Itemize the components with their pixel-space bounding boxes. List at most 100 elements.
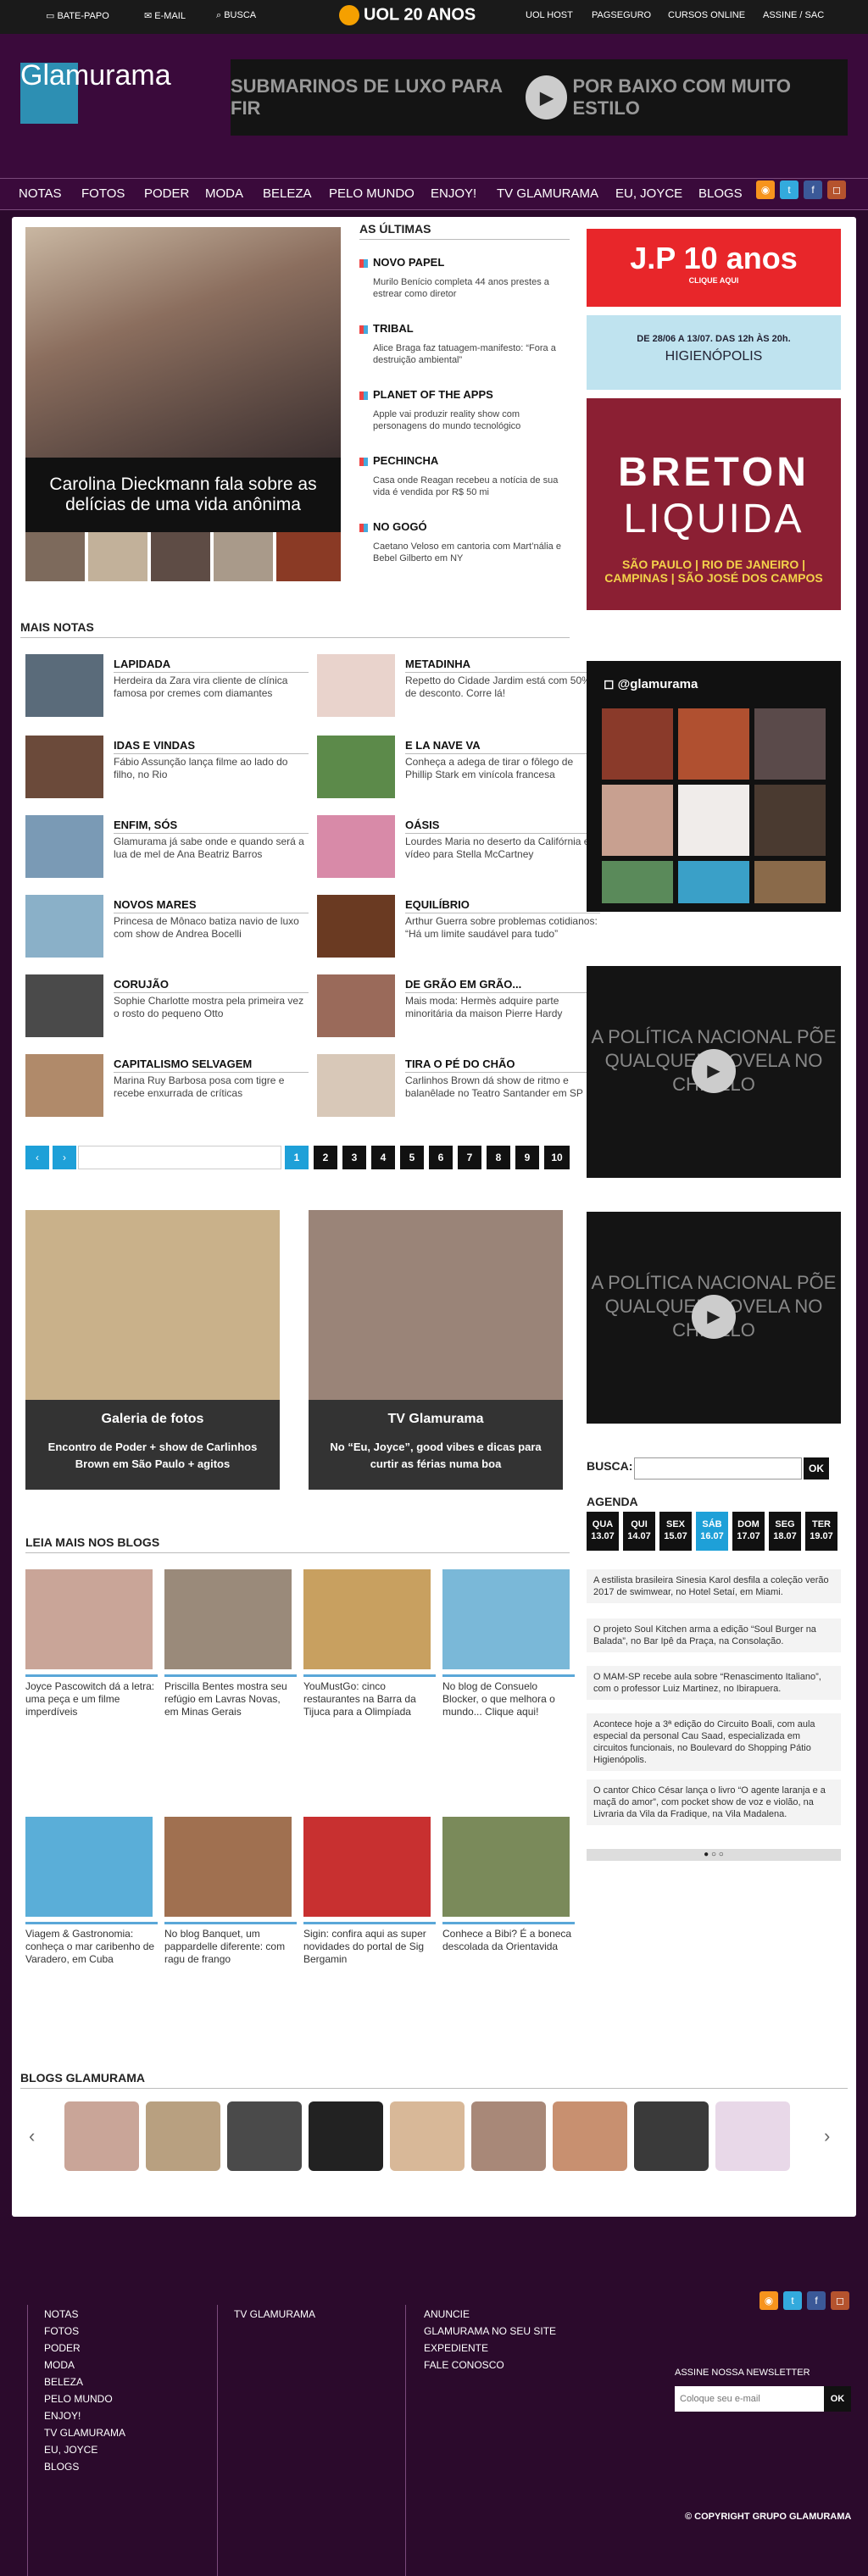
page-button[interactable]: 5 [400, 1146, 424, 1169]
blogger-avatar[interactable] [390, 2101, 465, 2171]
agenda-item[interactable]: Acontece hoje a 3ª edição do Circuito Bo… [587, 1713, 841, 1771]
footer-link[interactable]: GLAMURAMA NO SEU SITE [424, 2325, 556, 2337]
page-button[interactable]: 6 [429, 1146, 453, 1169]
blog-caption[interactable]: YouMustGo: cinco restaurantes na Barra d… [303, 1674, 436, 1718]
blog-thumb[interactable] [303, 1569, 431, 1669]
twitter-icon[interactable]: t [783, 2291, 802, 2310]
nav-tv-glamurama[interactable]: TV GLAMURAMA [497, 186, 598, 201]
note-title[interactable]: METADINHA [405, 658, 600, 673]
agenda-day[interactable]: QUI 14.07 [623, 1512, 655, 1551]
note-title[interactable]: OÁSIS [405, 819, 600, 834]
footer-link[interactable]: ANUNCIE [424, 2308, 556, 2320]
blog-thumb[interactable] [25, 1569, 153, 1669]
featured-thumb[interactable] [276, 532, 341, 581]
latest-item-title[interactable]: PLANET OF THE APPS [359, 388, 493, 401]
note-title[interactable]: EQUILÍBRIO [405, 898, 600, 913]
footer-link[interactable]: PODER [44, 2342, 125, 2354]
nav-enjoy[interactable]: ENJOY! [431, 186, 476, 201]
instagram-photo[interactable] [678, 861, 749, 903]
email-link[interactable]: ✉ E-MAIL [144, 10, 186, 21]
page-button[interactable]: 10 [544, 1146, 570, 1169]
nav-eu-joyce[interactable]: EU, JOYCE [615, 186, 682, 201]
banner-ad[interactable]: SUBMARINOS DE LUXO PARA FIR ▶ POR BAIXO … [231, 59, 848, 136]
nav-poder[interactable]: PODER [144, 186, 189, 201]
higienopolis-ad[interactable]: DE 28/06 A 13/07. DAS 12h ÀS 20h. HIGIENÓ… [587, 315, 841, 390]
rss-icon[interactable]: ◉ [760, 2291, 778, 2310]
chat-link[interactable]: ▭ BATE-PAPO [46, 10, 109, 21]
instagram-widget[interactable]: ◻ @glamurama [587, 661, 841, 912]
breton-ad[interactable]: BRETON LIQUIDA SÃO PAULO | RIO DE JANEIRO … [587, 398, 841, 610]
note-title[interactable]: DE GRÃO EM GRÃO... [405, 978, 600, 993]
footer-link[interactable]: TV GLAMURAMA [44, 2427, 125, 2439]
cursos-link[interactable]: CURSOS ONLINE [668, 10, 745, 20]
uolhost-link[interactable]: UOL HOST [526, 10, 573, 20]
page-button[interactable]: 7 [458, 1146, 481, 1169]
page-button[interactable]: 3 [342, 1146, 366, 1169]
blog-caption[interactable]: Joyce Pascowitch dá a letra: uma peça e … [25, 1674, 158, 1718]
note-thumb[interactable] [25, 736, 103, 798]
latest-item-desc[interactable]: Casa onde Reagan recebeu a notícia de su… [373, 475, 570, 498]
search-input[interactable] [634, 1457, 802, 1480]
blog-thumb[interactable] [164, 1569, 292, 1669]
instagram-photo[interactable] [754, 861, 826, 903]
blogger-avatar[interactable] [309, 2101, 383, 2171]
latest-item-desc[interactable]: Murilo Benício completa 44 anos prestes … [373, 276, 570, 300]
featured-image[interactable] [25, 227, 341, 458]
instagram-photo[interactable] [602, 785, 673, 856]
blogger-avatar[interactable] [715, 2101, 790, 2171]
note-title[interactable]: ENFIM, SÓS [114, 819, 309, 834]
gallery-caption[interactable]: Galeria de fotos Encontro de Poder + show… [25, 1400, 280, 1490]
agenda-day[interactable]: SEG 18.07 [769, 1512, 801, 1551]
agenda-day-selected[interactable]: SÁB 16.07 [696, 1512, 728, 1551]
blogger-avatar[interactable] [227, 2101, 302, 2171]
footer-link[interactable]: FALE CONOSCO [424, 2359, 556, 2371]
page-button[interactable]: 1 [285, 1146, 309, 1169]
newsletter-input[interactable] [675, 2386, 824, 2412]
video-ad[interactable]: A POLÍTICA NACIONAL PÕE QUALQUER NOVELA … [587, 966, 841, 1178]
latest-item-desc[interactable]: Alice Braga faz tatuagem-manifesto: “For… [373, 342, 570, 366]
note-thumb[interactable] [317, 654, 395, 717]
play-icon[interactable]: ▶ [692, 1049, 736, 1093]
instagram-photo[interactable] [602, 708, 673, 780]
note-title[interactable]: CAPITALISMO SELVAGEM [114, 1058, 309, 1073]
instagram-photo[interactable] [678, 785, 749, 856]
nav-pelo-mundo[interactable]: PELO MUNDO [329, 186, 415, 201]
nav-notas[interactable]: NOTAS [19, 186, 62, 201]
page-button[interactable]: 4 [371, 1146, 395, 1169]
blog-thumb[interactable] [442, 1569, 570, 1669]
blog-thumb[interactable] [442, 1817, 570, 1917]
pagseguro-link[interactable]: PAGSEGURO [592, 10, 651, 20]
blogger-avatar[interactable] [553, 2101, 627, 2171]
facebook-icon[interactable]: f [804, 180, 822, 199]
blog-thumb[interactable] [303, 1817, 431, 1917]
instagram-icon[interactable]: ◻ [827, 180, 846, 199]
agenda-day[interactable]: DOM 17.07 [732, 1512, 765, 1551]
footer-link[interactable]: TV GLAMURAMA [234, 2308, 315, 2320]
footer-link[interactable]: BLOGS [44, 2461, 125, 2473]
facebook-icon[interactable]: f [807, 2291, 826, 2310]
agenda-item[interactable]: O cantor Chico César lança o livro “O ag… [587, 1779, 841, 1825]
latest-item-title[interactable]: NO GOGÓ [359, 520, 427, 533]
note-thumb[interactable] [317, 815, 395, 878]
video-ad[interactable]: A POLÍTICA NACIONAL PÕE QUALQUER NOVELA … [587, 1212, 841, 1424]
nav-fotos[interactable]: FOTOS [81, 186, 125, 201]
latest-item-title[interactable]: PECHINCHA [359, 454, 438, 467]
note-thumb[interactable] [25, 815, 103, 878]
latest-item-title[interactable]: NOVO PAPEL [359, 256, 444, 269]
twitter-icon[interactable]: t [780, 180, 798, 199]
agenda-item[interactable]: A estilista brasileira Sinesia Karol des… [587, 1569, 841, 1603]
page-button[interactable]: 9 [515, 1146, 539, 1169]
featured-thumb[interactable] [25, 532, 85, 581]
uol-logo[interactable]: UOL 20 ANOS [339, 5, 476, 25]
blog-thumb[interactable] [25, 1817, 153, 1917]
note-thumb[interactable] [25, 895, 103, 958]
nav-blogs[interactable]: BLOGS [698, 186, 743, 201]
instagram-icon[interactable]: ◻ [831, 2291, 849, 2310]
footer-link[interactable]: BELEZA [44, 2376, 125, 2388]
newsletter-button[interactable]: OK [824, 2386, 851, 2412]
search-link[interactable]: ⌕ BUSCA [216, 10, 256, 21]
instagram-photo[interactable] [678, 708, 749, 780]
latest-item-desc[interactable]: Apple vai produzir reality show com pers… [373, 408, 570, 432]
latest-item-title[interactable]: TRIBAL [359, 322, 414, 335]
blog-caption[interactable]: Conhece a Bibi? É a boneca descolada da … [442, 1922, 575, 1953]
